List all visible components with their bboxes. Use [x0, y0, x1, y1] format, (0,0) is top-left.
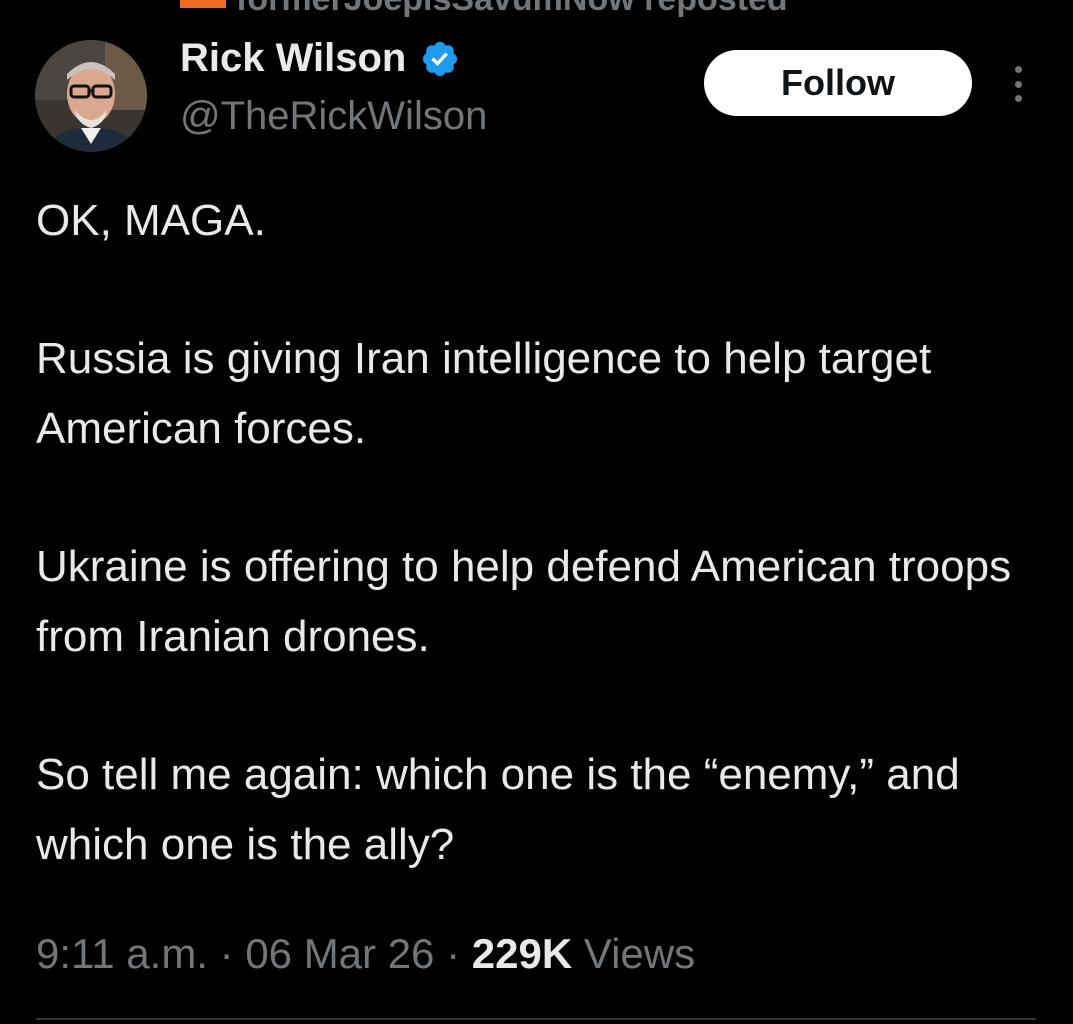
tweet-paragraph: So tell me again: which one is the “enem…: [36, 750, 960, 869]
author-name[interactable]: Rick Wilson: [180, 36, 406, 81]
repost-text: formerJoeplsSavumNow reposted: [236, 0, 788, 19]
follow-button[interactable]: Follow: [704, 50, 972, 116]
verified-badge-icon: [423, 41, 458, 76]
author-handle[interactable]: @TheRickWilson: [180, 94, 487, 139]
tweet-paragraph: Russia is giving Iran intelligence to he…: [36, 334, 932, 453]
avatar[interactable]: [35, 40, 147, 152]
tweet-paragraph: OK, MAGA.: [36, 196, 266, 245]
tweet-paragraph: Ukraine is offering to help defend Ameri…: [36, 542, 1012, 661]
meta-separator: ·: [207, 930, 246, 977]
meta-separator: ·: [434, 930, 472, 977]
repost-banner: formerJoeplsSavumNow reposted: [0, 0, 1073, 18]
author-name-row: Rick Wilson: [180, 36, 460, 81]
avatar-photo: [35, 40, 147, 152]
tweet-metadata: 9:11 a.m. · 06 Mar 26 · 229K Views: [36, 930, 695, 978]
repost-icon: [180, 0, 226, 8]
divider: [36, 1018, 1036, 1020]
tweet-time[interactable]: 9:11 a.m.: [36, 930, 208, 977]
views-label: Views: [583, 930, 696, 977]
views-count: 229K: [471, 930, 573, 977]
tweet-date[interactable]: 06 Mar 26: [245, 930, 434, 977]
tweet-text: OK, MAGA. Russia is giving Iran intellig…: [36, 186, 1046, 880]
more-options-icon[interactable]: [1004, 62, 1032, 106]
